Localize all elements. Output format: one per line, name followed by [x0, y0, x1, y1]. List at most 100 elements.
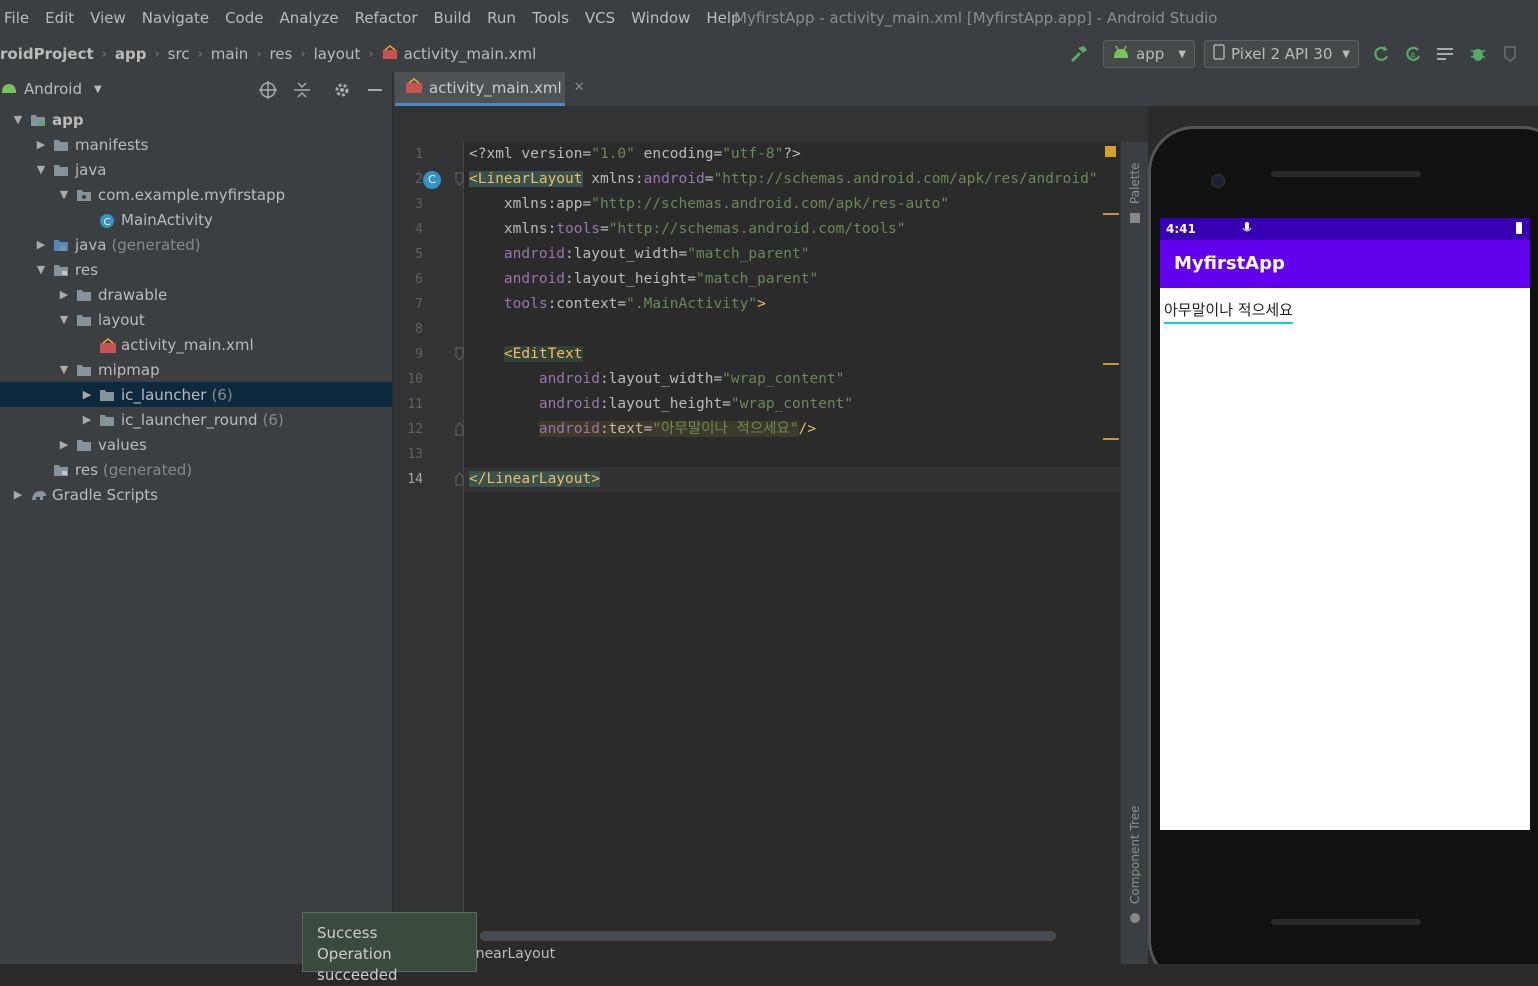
code-line[interactable]: xmlns:app="http://schemas.android.com/ap… — [464, 192, 1120, 217]
tree-item[interactable]: ▶ manifests — [0, 132, 392, 157]
tree-item[interactable]: ▼ layout — [0, 307, 392, 332]
tree-item[interactable]: C MainActivity — [0, 207, 392, 232]
edit-text-preview[interactable]: 아무말이나 적으세요 — [1164, 298, 1293, 324]
code-line[interactable]: <?xml version="1.0" encoding="utf-8"?> — [464, 142, 1120, 167]
chevron-down-icon[interactable]: ▼ — [58, 188, 70, 201]
chevron-down-icon[interactable]: ▼ — [35, 263, 47, 276]
chevron-right-icon[interactable]: ▶ — [81, 413, 93, 426]
chevron-down-icon: ▼ — [1342, 48, 1350, 60]
tab-activity-main-xml[interactable]: activity_main.xml ✕ — [395, 72, 585, 106]
menu-code[interactable]: Code — [217, 0, 271, 36]
breadcrumb-item[interactable]: res — [269, 45, 292, 63]
warning-mark[interactable] — [1103, 438, 1119, 440]
success-notification[interactable]: Success Operation succeeded — [302, 912, 477, 984]
tree-item[interactable]: ▶ drawable — [0, 282, 392, 307]
tree-item[interactable]: ▶ ic_launcher (6) — [0, 382, 392, 407]
code-token: ".MainActivity" — [626, 296, 758, 312]
chevron-down-icon[interactable]: ▼ — [58, 313, 70, 326]
menu-navigate[interactable]: Navigate — [134, 0, 217, 36]
chevron-down-icon[interactable]: ▼ — [58, 363, 70, 376]
fold-marker-icon[interactable] — [455, 422, 464, 436]
tree-item[interactable]: ▼ java — [0, 157, 392, 182]
chevron-right-icon[interactable]: ▶ — [35, 138, 47, 151]
menu-file[interactable]: File — [0, 0, 37, 36]
tree-item[interactable]: ▼ res — [0, 257, 392, 282]
tree-item[interactable]: ▶ Gradle Scripts — [0, 482, 392, 507]
menu-view[interactable]: View — [82, 0, 134, 36]
folder-icon — [99, 413, 115, 427]
tree-item-hint: (6) — [262, 410, 284, 429]
run-config-dropdown[interactable]: app ▼ — [1103, 40, 1195, 68]
apply-changes-restart-icon[interactable] — [1370, 41, 1392, 67]
code-token: xmlns: — [582, 171, 644, 187]
minimize-icon[interactable] — [366, 80, 384, 104]
menu-tools[interactable]: Tools — [524, 0, 577, 36]
chevron-down-icon[interactable]: ▼ — [12, 113, 24, 126]
tree-item[interactable]: ▼ com.example.myfirstapp — [0, 182, 392, 207]
code-editor[interactable]: <?xml version="1.0" encoding="utf-8"?> <L… — [464, 142, 1120, 932]
build-hammer-icon[interactable] — [1066, 41, 1092, 67]
menu-build[interactable]: Build — [426, 0, 480, 36]
menu-edit[interactable]: Edit — [37, 0, 82, 36]
menu-run[interactable]: Run — [479, 0, 524, 36]
locate-target-icon[interactable] — [258, 80, 278, 104]
breadcrumb-item[interactable]: roidProject — [0, 45, 94, 63]
menu-refactor[interactable]: Refactor — [347, 0, 426, 36]
code-line[interactable]: </LinearLayout> — [464, 467, 1120, 492]
menu-window[interactable]: Window — [623, 0, 698, 36]
tree-item[interactable]: res (generated) — [0, 457, 392, 482]
code-line[interactable]: android:layout_height="wrap_content" — [464, 392, 1120, 417]
fold-marker-icon[interactable] — [455, 472, 464, 486]
close-icon[interactable]: ✕ — [574, 80, 585, 95]
tree-item[interactable]: activity_main.xml — [0, 332, 392, 357]
chevron-right-icon[interactable]: ▶ — [81, 388, 93, 401]
tree-item[interactable]: ▶ values — [0, 432, 392, 457]
fold-marker-icon[interactable] — [455, 347, 464, 361]
device-dropdown[interactable]: Pixel 2 API 30 ▼ — [1204, 40, 1359, 68]
code-line[interactable]: xmlns:tools="http://schemas.android.com/… — [464, 217, 1120, 242]
fold-marker-icon[interactable] — [455, 172, 464, 186]
code-line[interactable] — [464, 317, 1120, 342]
breadcrumb-item[interactable]: activity_main.xml — [404, 45, 537, 63]
menu-analyze[interactable]: Analyze — [271, 0, 346, 36]
tree-item[interactable]: ▼ app — [0, 107, 392, 132]
breadcrumb-item[interactable]: src — [168, 45, 190, 63]
component-tree-tab[interactable]: Component Tree — [1128, 806, 1142, 904]
chevron-down-icon[interactable]: ▼ — [35, 163, 47, 176]
apply-code-changes-icon[interactable]: A — [1402, 41, 1424, 67]
horizontal-scrollbar[interactable] — [480, 931, 1056, 941]
profile-icon[interactable] — [1499, 41, 1521, 67]
front-camera-icon — [1211, 174, 1225, 188]
chevron-down-icon: ▼ — [94, 83, 102, 95]
breadcrumb-item[interactable]: app — [115, 45, 147, 63]
chevron-right-icon[interactable]: ▶ — [35, 238, 47, 251]
code-line[interactable]: android:text="아무말이나 적으세요"/> — [464, 417, 1120, 442]
code-line[interactable]: android:layout_width="wrap_content" — [464, 367, 1120, 392]
breadcrumb-item[interactable]: layout — [314, 45, 361, 63]
gear-icon[interactable] — [332, 80, 352, 104]
debug-bug-icon[interactable] — [1467, 41, 1489, 67]
code-line[interactable]: <LinearLayout xmlns:android="http://sche… — [464, 167, 1120, 192]
code-line[interactable]: android:layout_width="match_parent" — [464, 242, 1120, 267]
chevron-right-icon[interactable]: ▶ — [12, 488, 24, 501]
chevron-right-icon[interactable]: ▶ — [58, 288, 70, 301]
chevron-right-icon[interactable]: ▶ — [58, 438, 70, 451]
palette-tab[interactable]: Palette — [1128, 162, 1142, 204]
tree-item[interactable]: ▼ mipmap — [0, 357, 392, 382]
code-line[interactable]: tools:context=".MainActivity"> — [464, 292, 1120, 317]
menu-vcs[interactable]: VCS — [577, 0, 623, 36]
warning-mark[interactable] — [1103, 363, 1119, 365]
project-view-dropdown[interactable]: Android ▼ — [0, 72, 102, 106]
collapse-all-icon[interactable] — [292, 80, 312, 104]
tree-item[interactable]: ▶ ic_launcher_round (6) — [0, 407, 392, 432]
code-line[interactable]: android:layout_height="match_parent" — [464, 267, 1120, 292]
breadcrumb-item[interactable]: main — [211, 45, 248, 63]
warning-indicator-icon[interactable] — [1105, 146, 1116, 157]
code-token: "http://schemas.android.com/apk/res-auto… — [591, 196, 950, 212]
code-line[interactable] — [464, 442, 1120, 467]
warning-mark[interactable] — [1103, 213, 1119, 215]
logcat-icon[interactable] — [1434, 41, 1456, 67]
class-marker-icon[interactable]: C — [423, 171, 441, 189]
tree-item[interactable]: ▶ java (generated) — [0, 232, 392, 257]
code-line[interactable]: <EditText — [464, 342, 1120, 367]
